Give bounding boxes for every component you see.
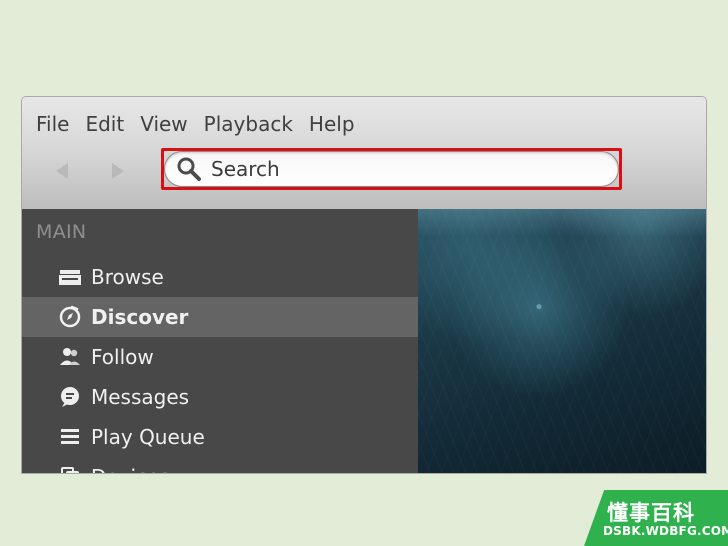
sidebar-item-devices[interactable]: Devices (22, 457, 418, 473)
sidebar: MAIN Browse Discover Follow Messages Pla… (22, 209, 418, 473)
watermark-text-cn: 懂事百科 (607, 501, 695, 525)
forward-button[interactable] (106, 159, 130, 183)
search-box[interactable] (164, 151, 619, 187)
sidebar-item-play-queue-label: Play Queue (91, 425, 205, 449)
watermark: 懂事百科 DSBK.WDBFG.COM (584, 490, 728, 546)
sidebar-item-messages-label: Messages (91, 385, 190, 409)
sidebar-item-browse[interactable]: Browse (22, 257, 418, 297)
sidebar-item-devices-label: Devices (91, 465, 170, 473)
sidebar-item-messages[interactable]: Messages (22, 377, 418, 417)
search-icon (175, 155, 203, 183)
sidebar-item-follow[interactable]: Follow (22, 337, 418, 377)
sidebar-item-play-queue[interactable]: Play Queue (22, 417, 418, 457)
devices-icon (55, 464, 85, 473)
menu-file[interactable]: File (36, 111, 69, 137)
section-header-main: MAIN (36, 221, 87, 243)
follow-icon (55, 344, 85, 370)
menu-edit[interactable]: Edit (85, 111, 124, 137)
forward-arrow-icon (106, 159, 130, 183)
search-input[interactable] (211, 157, 591, 181)
sidebar-list: Browse Discover Follow Messages Play Que… (22, 257, 418, 473)
messages-icon (55, 384, 85, 410)
content-artwork (418, 209, 706, 473)
discover-icon (55, 304, 85, 330)
sidebar-item-follow-label: Follow (91, 345, 154, 369)
menu-playback[interactable]: Playback (204, 111, 293, 137)
sidebar-item-browse-label: Browse (91, 265, 164, 289)
sidebar-item-discover-label: Discover (91, 305, 189, 329)
browse-icon (55, 264, 85, 290)
app-window: File Edit View Playback Help Search MAIN… (22, 97, 706, 473)
watermark-domain: DSBK.WDBFG.COM (603, 524, 728, 538)
sidebar-item-discover[interactable]: Discover (22, 297, 418, 337)
menu-help[interactable]: Help (309, 111, 355, 137)
play-queue-icon (55, 424, 85, 450)
back-arrow-icon (50, 159, 74, 183)
menu-bar: File Edit View Playback Help (36, 111, 355, 137)
menu-view[interactable]: View (140, 111, 187, 137)
titlebar: File Edit View Playback Help (22, 97, 706, 209)
back-button[interactable] (50, 159, 74, 183)
